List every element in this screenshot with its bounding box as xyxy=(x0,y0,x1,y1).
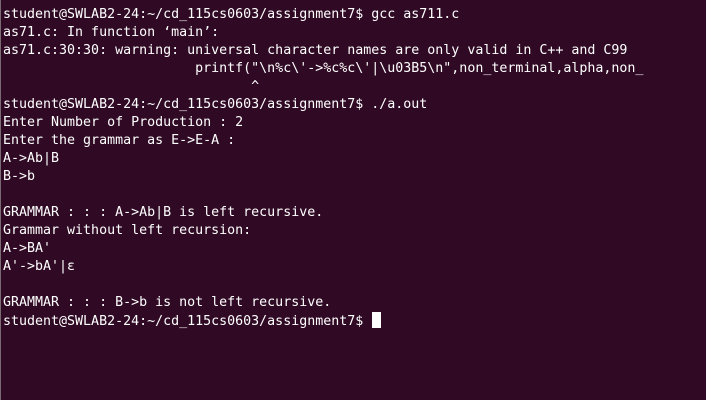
output-line: A->Ab|B xyxy=(3,151,60,166)
prompt-line[interactable]: student@SWLAB2-24:~/cd_115cs0603/assignm… xyxy=(3,312,706,330)
output-line: as71.c: In function ‘main’: xyxy=(3,25,220,40)
terminal-window[interactable]: student@SWLAB2-24:~/cd_115cs0603/assignm… xyxy=(0,0,706,400)
output-line: ^ xyxy=(3,79,260,94)
output-line: GRAMMAR : : : B->b is not left recursive… xyxy=(3,295,332,310)
output-line: Enter the grammar as E->E-A : xyxy=(3,133,236,148)
output-line: student@SWLAB2-24:~/cd_115cs0603/assignm… xyxy=(3,7,460,22)
output-line: A'->bA'|ε xyxy=(3,259,76,274)
output-line: B->b xyxy=(3,169,36,184)
output-line: student@SWLAB2-24:~/cd_115cs0603/assignm… xyxy=(3,97,428,112)
output-line: Grammar without left recursion: xyxy=(3,223,252,238)
output-line: printf("\n%c\'->%c%c\'|\u03B5\n",non_ter… xyxy=(3,61,644,76)
text-cursor xyxy=(372,312,382,328)
prompt-text: student@SWLAB2-24:~/cd_115cs0603/assignm… xyxy=(3,314,372,329)
output-line: Enter Number of Production : 2 xyxy=(3,115,244,130)
output-line: A->BA' xyxy=(3,241,52,256)
output-line: as71.c:30:30: warning: universal charact… xyxy=(3,43,628,58)
output-line: GRAMMAR : : : A->Ab|B is left recursive. xyxy=(3,205,324,220)
